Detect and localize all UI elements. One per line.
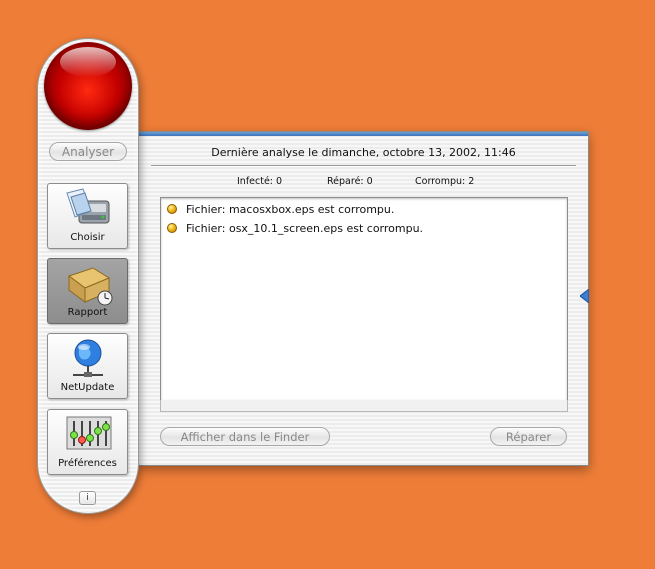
- preferences-label: Préférences: [58, 458, 117, 469]
- window-top-edge: [139, 132, 588, 136]
- choose-label: Choisir: [70, 232, 105, 243]
- list-item[interactable]: Fichier: macosxbox.eps est corrompu.: [167, 200, 394, 218]
- report-window: Dernière analyse le dimanche, octobre 13…: [138, 131, 589, 466]
- analyze-button[interactable]: Analyser: [49, 142, 127, 161]
- netupdate-icon: [73, 339, 103, 377]
- results-list[interactable]: Fichier: macosxbox.eps est corrompu. Fic…: [160, 197, 568, 401]
- divider: [151, 165, 576, 167]
- last-scan-label: Dernière analyse le dimanche, octobre 13…: [211, 146, 516, 159]
- list-footer: [160, 400, 568, 412]
- corrupted-count: Corrompu: 2: [415, 176, 475, 187]
- show-in-finder-button[interactable]: Afficher dans le Finder: [160, 427, 330, 446]
- netupdate-label: NetUpdate: [60, 382, 115, 393]
- report-icon: [67, 267, 113, 306]
- scan-orb-icon[interactable]: [44, 42, 132, 130]
- choose-button[interactable]: Choisir: [47, 183, 128, 249]
- netupdate-button[interactable]: NetUpdate: [47, 333, 128, 399]
- preferences-icon: [66, 416, 112, 450]
- report-label: Rapport: [67, 307, 108, 318]
- list-item[interactable]: Fichier: osx_10.1_screen.eps est corromp…: [167, 219, 423, 237]
- info-button[interactable]: i: [79, 491, 96, 505]
- result-text: Fichier: osx_10.1_screen.eps est corromp…: [186, 221, 424, 235]
- warning-dot-icon: [167, 204, 177, 214]
- report-button[interactable]: Rapport: [47, 258, 128, 324]
- result-text: Fichier: macosxbox.eps est corrompu.: [186, 202, 395, 216]
- preferences-button[interactable]: Préférences: [47, 409, 128, 475]
- warning-dot-icon: [167, 223, 177, 233]
- repair-button[interactable]: Réparer: [490, 427, 567, 446]
- choose-icon: [66, 188, 110, 224]
- infected-count: Infecté: 0: [237, 176, 283, 187]
- repaired-count: Réparé: 0: [327, 176, 373, 187]
- drawer-arrow-icon[interactable]: [580, 289, 589, 303]
